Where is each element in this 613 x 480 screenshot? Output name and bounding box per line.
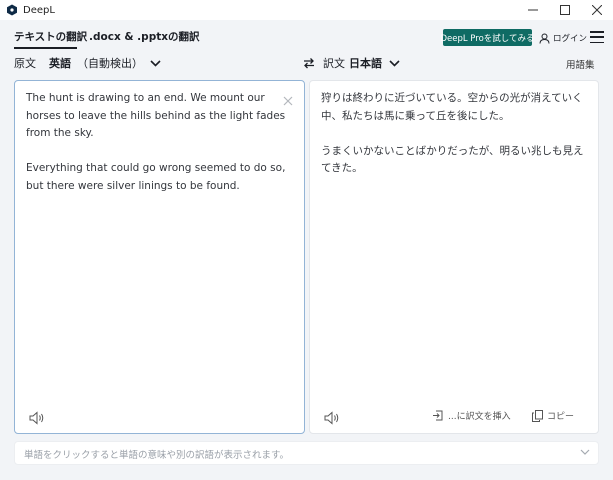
hamburger-icon[interactable] bbox=[590, 31, 604, 43]
user-icon bbox=[539, 33, 550, 44]
translation-output: 狩りは終わりに近づいている。空からの光が消えていく中、私たちは馬に乗って丘を後に… bbox=[321, 90, 589, 178]
maximize-icon[interactable] bbox=[549, 0, 581, 20]
copy-button[interactable]: コピー bbox=[532, 409, 574, 422]
chevron-down-icon bbox=[389, 59, 400, 67]
target-paragraph[interactable]: 狩りは終わりに近づいている。空からの光が消えていく中、私たちは馬に乗って丘を後に… bbox=[321, 90, 589, 125]
source-text-input[interactable]: The hunt is drawing to an end. We mount … bbox=[26, 90, 288, 195]
close-icon[interactable] bbox=[581, 0, 613, 20]
target-language-selector[interactable]: 訳文 日本語 bbox=[323, 55, 400, 71]
window-title: DeepL bbox=[23, 4, 55, 16]
target-paragraph[interactable]: うまくいかないことばかりだったが、明るい兆しも見えてきた。 bbox=[321, 143, 589, 178]
deepl-logo-icon bbox=[6, 4, 18, 16]
login-label: ログイン bbox=[553, 34, 588, 44]
target-language: 日本語 bbox=[349, 57, 382, 70]
source-paragraph: The hunt is drawing to an end. We mount … bbox=[26, 92, 286, 139]
source-label: 原文 bbox=[14, 57, 36, 70]
clear-text-icon[interactable] bbox=[283, 91, 293, 106]
login-button[interactable]: ログイン bbox=[539, 30, 587, 46]
insert-translation-button[interactable]: ...に訳文を挿入 bbox=[432, 409, 511, 422]
chevron-down-icon bbox=[150, 59, 161, 67]
dictionary-hint: 単語をクリックすると単語の意味や別の訳語が表示されます。 bbox=[24, 450, 290, 461]
copy-label: コピー bbox=[547, 412, 575, 422]
source-language-selector[interactable]: 英語 （自動検出） bbox=[49, 55, 161, 71]
tab-text-translation[interactable]: テキストの翻訳 bbox=[14, 29, 87, 44]
window-controls bbox=[517, 0, 613, 20]
speaker-icon[interactable] bbox=[29, 410, 45, 425]
source-paragraph: Everything that could go wrong seemed to… bbox=[26, 162, 286, 192]
source-text-panel[interactable]: The hunt is drawing to an end. We mount … bbox=[14, 80, 305, 434]
target-text-panel: 狩りは終わりに近づいている。空からの光が消えていく中、私たちは馬に乗って丘を後に… bbox=[309, 80, 599, 434]
target-label: 訳文 bbox=[323, 57, 345, 70]
try-pro-button[interactable]: DeepL Proを試してみる bbox=[440, 29, 535, 46]
insert-icon bbox=[433, 410, 443, 421]
copy-icon bbox=[532, 409, 543, 422]
tab-document-translation[interactable]: .docx & .pptxの翻訳 bbox=[89, 29, 200, 44]
minimize-icon[interactable] bbox=[517, 0, 549, 20]
auto-detect-label: （自動検出） bbox=[77, 57, 143, 70]
swap-arrows-icon[interactable] bbox=[303, 57, 315, 69]
dictionary-bar[interactable]: 単語をクリックすると単語の意味や別の訳語が表示されます。 bbox=[14, 441, 599, 465]
glossary-button[interactable]: 用語集 bbox=[566, 57, 595, 71]
insert-label: ...に訳文を挿入 bbox=[448, 412, 511, 422]
source-language: 英語 bbox=[49, 57, 71, 70]
speaker-icon[interactable] bbox=[324, 410, 340, 425]
active-tab-indicator bbox=[14, 47, 77, 49]
title-bar: DeepL bbox=[0, 0, 613, 20]
chevron-down-icon[interactable] bbox=[580, 449, 590, 455]
